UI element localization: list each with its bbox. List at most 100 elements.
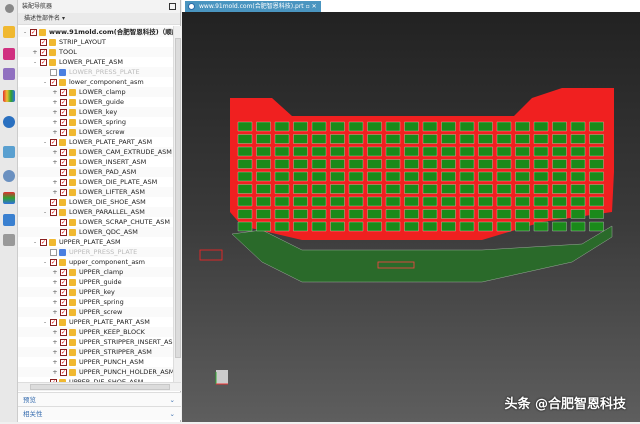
expand-toggle[interactable]: - <box>32 237 38 247</box>
tree-node[interactable]: ✓ UPPER_PRESS_PLATE <box>18 247 173 257</box>
visibility-checkbox[interactable]: ✓ <box>40 39 47 46</box>
visibility-checkbox[interactable]: ✓ <box>60 369 67 376</box>
visibility-checkbox[interactable]: ✓ <box>60 329 67 336</box>
preview-section[interactable]: 预览 ⌄ <box>18 392 181 406</box>
tree-node[interactable]: - ✓ LOWER_PLATE_PART_ASM <box>18 137 173 147</box>
expand-toggle[interactable]: + <box>32 47 38 57</box>
restore-icon[interactable]: ▫ <box>306 3 310 10</box>
visibility-checkbox[interactable]: ✓ <box>40 49 47 56</box>
tree-node[interactable]: + ✓ UPPER_screw <box>18 307 173 317</box>
tree-node[interactable]: ✓ LOWER_PAD_ASM <box>18 167 173 177</box>
tree-node[interactable]: - ✓ upper_component_asm <box>18 257 173 267</box>
expand-toggle[interactable]: + <box>52 287 58 297</box>
expand-toggle[interactable]: + <box>52 127 58 137</box>
visibility-checkbox[interactable]: ✓ <box>60 149 67 156</box>
visibility-checkbox[interactable]: ✓ <box>60 279 67 286</box>
expand-toggle[interactable]: + <box>52 87 58 97</box>
expand-toggle[interactable]: + <box>52 187 58 197</box>
expand-toggle[interactable]: + <box>52 177 58 187</box>
visibility-checkbox[interactable]: ✓ <box>60 349 67 356</box>
expand-toggle[interactable]: - <box>22 27 28 37</box>
expand-toggle[interactable]: + <box>52 347 58 357</box>
expand-toggle[interactable]: + <box>52 277 58 287</box>
tree-node[interactable]: + ✓ UPPER_guide <box>18 277 173 287</box>
column-header[interactable]: 描述性部件名 ▾ <box>18 13 180 25</box>
expand-toggle[interactable]: + <box>52 327 58 337</box>
expand-toggle[interactable]: - <box>42 257 48 267</box>
visibility-checkbox[interactable]: ✓ <box>40 239 47 246</box>
expand-toggle[interactable]: + <box>52 307 58 317</box>
tree-node[interactable]: - ✓ lower_component_asm <box>18 77 173 87</box>
visibility-checkbox[interactable]: ✓ <box>60 99 67 106</box>
tree-node[interactable]: + ✓ LOWER_key <box>18 107 173 117</box>
visibility-checkbox[interactable]: ✓ <box>50 259 57 266</box>
chevron-down-icon[interactable]: ⌄ <box>170 393 175 407</box>
visibility-checkbox[interactable]: ✓ <box>60 219 67 226</box>
visibility-checkbox[interactable]: ✓ <box>60 109 67 116</box>
tree-node[interactable]: + ✓ LOWER_screw <box>18 127 173 137</box>
visibility-checkbox[interactable]: ✓ <box>60 189 67 196</box>
web-browser-icon[interactable] <box>3 116 15 128</box>
close-icon[interactable]: ✕ <box>312 3 317 10</box>
tree-node[interactable]: + ✓ UPPER_KEEP_BLOCK <box>18 327 173 337</box>
tree-node[interactable]: - ✓ UPPER_PLATE_ASM <box>18 237 173 247</box>
expand-toggle[interactable]: + <box>52 147 58 157</box>
expand-toggle[interactable]: + <box>52 157 58 167</box>
part-navigator-icon[interactable] <box>3 68 15 80</box>
visibility-checkbox[interactable]: ✓ <box>60 159 67 166</box>
visibility-checkbox[interactable]: ✓ <box>60 269 67 276</box>
expand-toggle[interactable]: - <box>42 317 48 327</box>
expand-toggle[interactable]: + <box>52 357 58 367</box>
roles-icon[interactable] <box>3 234 15 246</box>
scrollbar-thumb[interactable] <box>30 384 170 390</box>
expand-toggle[interactable]: - <box>42 207 48 217</box>
visibility-checkbox[interactable]: ✓ <box>30 29 37 36</box>
graphics-window[interactable]: 头条 @合肥智恩科技 <box>182 12 640 422</box>
expand-toggle[interactable]: + <box>52 107 58 117</box>
tree-node[interactable]: + ✓ LOWER_spring <box>18 117 173 127</box>
tab-part-file[interactable]: www.91mold.com(合肥智恩科技).prt ▫ ✕ <box>185 1 321 12</box>
visibility-checkbox[interactable]: ✓ <box>50 319 57 326</box>
visibility-checkbox[interactable]: ✓ <box>50 209 57 216</box>
visibility-checkbox[interactable]: ✓ <box>60 289 67 296</box>
maximize-icon[interactable] <box>169 3 176 10</box>
visibility-checkbox[interactable]: ✓ <box>60 359 67 366</box>
visibility-checkbox[interactable]: ✓ <box>60 119 67 126</box>
expand-toggle[interactable]: + <box>52 337 58 347</box>
expand-toggle[interactable]: + <box>52 267 58 277</box>
expand-toggle[interactable]: - <box>32 57 38 67</box>
tree-node[interactable]: + ✓ LOWER_guide <box>18 97 173 107</box>
tree-node[interactable]: + ✓ UPPER_PUNCH_HOLDER_ASM <box>18 367 173 377</box>
expand-toggle[interactable]: - <box>42 137 48 147</box>
tree-node[interactable]: + ✓ LOWER_LIFTER_ASM <box>18 187 173 197</box>
clock-icon[interactable] <box>3 170 15 182</box>
expand-toggle[interactable]: - <box>42 77 48 87</box>
visibility-checkbox[interactable]: ✓ <box>50 249 57 256</box>
visibility-checkbox[interactable]: ✓ <box>60 309 67 316</box>
gear-icon[interactable] <box>5 4 14 13</box>
tree-node[interactable]: - ✓ LOWER_PLATE_ASM <box>18 57 173 67</box>
tree-node[interactable]: ✓ LOWER_QDC_ASM <box>18 227 173 237</box>
visibility-checkbox[interactable]: ✓ <box>50 139 57 146</box>
tree-node[interactable]: - ✓ LOWER_PARALLEL_ASM <box>18 207 173 217</box>
visibility-checkbox[interactable]: ✓ <box>50 69 57 76</box>
tree-node[interactable]: + ✓ LOWER_clamp <box>18 87 173 97</box>
history-icon[interactable] <box>3 146 15 158</box>
assembly-navigator-icon[interactable] <box>3 26 15 38</box>
tree-node[interactable]: + ✓ UPPER_key <box>18 287 173 297</box>
tree-node[interactable]: ✓ LOWER_DIE_SHOE_ASM <box>18 197 173 207</box>
visibility-checkbox[interactable]: ✓ <box>60 339 67 346</box>
expand-toggle[interactable]: + <box>52 97 58 107</box>
tree-node[interactable]: + ✓ UPPER_STRIPPER_INSERT_ASM <box>18 337 173 347</box>
visualization-icon[interactable] <box>3 192 15 204</box>
constraint-navigator-icon[interactable] <box>3 48 15 60</box>
tree-node[interactable]: ✓ LOWER_PRESS_PLATE <box>18 67 173 77</box>
visibility-checkbox[interactable]: ✓ <box>40 59 47 66</box>
chevron-down-icon[interactable]: ▾ <box>62 15 65 22</box>
vertical-scrollbar[interactable] <box>173 26 181 382</box>
dependencies-section[interactable]: 相关性 ⌄ <box>18 406 181 420</box>
expand-toggle[interactable]: + <box>52 117 58 127</box>
visibility-checkbox[interactable]: ✓ <box>60 129 67 136</box>
visibility-checkbox[interactable]: ✓ <box>50 79 57 86</box>
horizontal-scrollbar[interactable] <box>18 382 181 391</box>
